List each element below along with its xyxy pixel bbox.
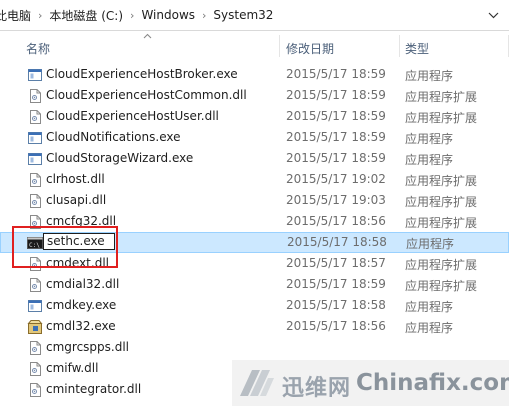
file-type: 应用程序 (405, 153, 454, 167)
file-row[interactable]: cmgrcspps.dll (0, 337, 509, 358)
column-divider[interactable] (279, 35, 280, 57)
file-date: 2015/5/17 19:03 (286, 193, 386, 207)
address-history-dropdown[interactable] (478, 0, 509, 30)
file-name: cmifw.dll (46, 361, 99, 375)
watermark-cn-text: 迅维网 (282, 376, 352, 401)
file-date: 2015/5/17 18:59 (286, 130, 386, 144)
file-type: 应用程序扩展 (405, 174, 478, 188)
column-type-header[interactable]: 类型 (405, 40, 429, 57)
dll-file-icon (27, 277, 43, 293)
file-name: cmgrcspps.dll (46, 340, 130, 354)
file-name: CloudExperienceHostBroker.exe (46, 67, 238, 81)
watermark-en-text: Chinafix.com (356, 370, 509, 396)
file-name: cmintegrator.dll (46, 382, 142, 396)
dll-file-icon (27, 382, 43, 398)
file-name: cmdial32.dll (46, 277, 120, 291)
file-type: 应用程序扩展 (405, 216, 478, 230)
file-row[interactable]: CloudExperienceHostBroker.exe 2015/5/17 1… (0, 64, 509, 85)
breadcrumb: 此电脑 › 本地磁盘 (C:) › Windows › System32 (0, 0, 279, 30)
column-name-header[interactable]: 名称 (26, 40, 50, 57)
dll-file-icon (27, 193, 43, 209)
chevron-down-icon (488, 12, 499, 18)
file-name: CloudStorageWizard.exe (46, 151, 194, 165)
file-type: 应用程序 (406, 237, 455, 251)
file-date: 2015/5/17 18:56 (286, 319, 386, 333)
file-name: CloudExperienceHostUser.dll (46, 109, 219, 123)
file-type: 应用程序扩展 (405, 111, 478, 125)
dll-file-icon (27, 109, 43, 125)
file-name: cmdkey.exe (46, 298, 117, 312)
breadcrumb-windows[interactable]: Windows (135, 8, 201, 22)
file-row[interactable]: CloudExperienceHostUser.dll 2015/5/17 18:… (0, 106, 509, 127)
file-date: 2015/5/17 18:59 (286, 67, 386, 81)
file-row[interactable]: cmdial32.dll 2015/5/17 18:59 应用程序扩展 (0, 274, 509, 295)
file-type: 应用程序 (405, 321, 454, 335)
file-date: 2015/5/17 18:59 (286, 88, 386, 102)
file-date: 2015/5/17 18:58 (286, 298, 386, 312)
exe-window-icon (27, 151, 43, 167)
file-name: CloudExperienceHostCommon.dll (46, 88, 247, 102)
file-date: 2015/5/17 18:59 (286, 109, 386, 123)
file-name: CloudNotifications.exe (46, 130, 181, 144)
file-row[interactable]: cmdkey.exe 2015/5/17 18:58 应用程序 (0, 295, 509, 316)
file-type: 应用程序 (405, 300, 454, 314)
address-bar[interactable]: 此电脑 › 本地磁盘 (C:) › Windows › System32 (0, 0, 509, 31)
file-row[interactable]: cmdl32.exe 2015/5/17 18:56 应用程序 (0, 316, 509, 337)
column-header: 名称 修改日期 类型 (0, 33, 509, 60)
file-date: 2015/5/17 18:59 (286, 277, 386, 291)
file-name: cmdl32.exe (46, 319, 116, 333)
file-date: 2015/5/17 18:57 (286, 256, 386, 270)
exe-window-icon (27, 67, 43, 83)
dll-file-icon (27, 88, 43, 104)
file-name: clusapi.dll (46, 193, 107, 207)
file-row[interactable]: clrhost.dll 2015/5/17 19:02 应用程序扩展 (0, 169, 509, 190)
file-type: 应用程序扩展 (405, 279, 478, 293)
file-date: 2015/5/17 18:58 (287, 235, 387, 249)
dll-file-icon (27, 340, 43, 356)
file-row[interactable]: clusapi.dll 2015/5/17 19:03 应用程序扩展 (0, 190, 509, 211)
sort-ascending-icon (143, 33, 152, 39)
exe-window-icon (27, 130, 43, 146)
file-row[interactable]: CloudExperienceHostCommon.dll 2015/5/17 1… (0, 85, 509, 106)
breadcrumb-this-pc[interactable]: 此电脑 (0, 7, 37, 24)
breadcrumb-local-disk[interactable]: 本地磁盘 (C:) (43, 7, 129, 24)
file-type: 应用程序扩展 (405, 90, 478, 104)
file-type: 应用程序 (405, 132, 454, 146)
column-date-header[interactable]: 修改日期 (286, 40, 334, 57)
column-divider[interactable] (399, 35, 400, 57)
file-row[interactable]: CloudNotifications.exe 2015/5/17 18:59 应用程… (0, 127, 509, 148)
file-name: clrhost.dll (46, 172, 105, 186)
file-row[interactable]: CloudStorageWizard.exe 2015/5/17 18:59 应用程… (0, 148, 509, 169)
cmdl-package-icon (27, 319, 43, 335)
file-date: 2015/5/17 18:56 (286, 214, 386, 228)
watermark: 迅维网 Chinafix.com (232, 360, 509, 406)
file-date: 2015/5/17 18:59 (286, 151, 386, 165)
exe-window-icon (27, 298, 43, 314)
file-type: 应用程序 (405, 69, 454, 83)
file-type: 应用程序扩展 (405, 195, 478, 209)
annotation-highlight-frame (12, 226, 118, 268)
file-date: 2015/5/17 19:02 (286, 172, 386, 186)
breadcrumb-system32[interactable]: System32 (207, 8, 279, 22)
dll-file-icon (27, 172, 43, 188)
xunwei-logo-icon (240, 370, 274, 396)
file-type: 应用程序扩展 (405, 258, 478, 272)
dll-file-icon (27, 361, 43, 377)
